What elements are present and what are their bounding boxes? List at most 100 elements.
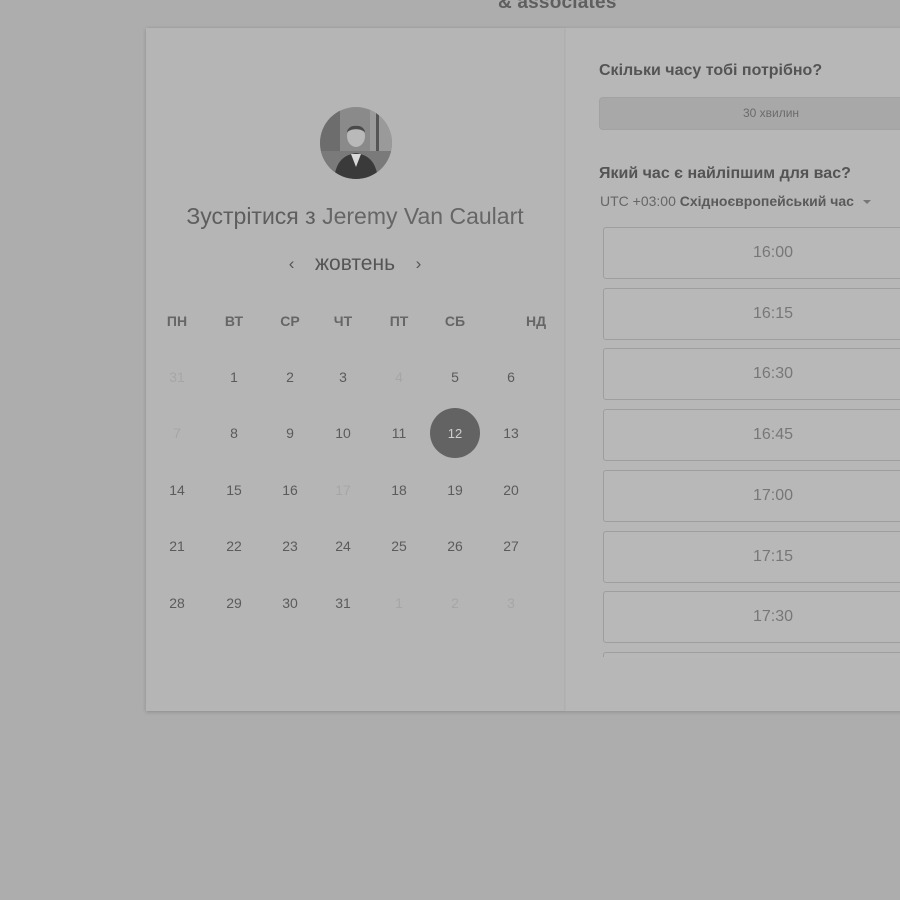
calendar-day[interactable]: 1 [212, 351, 256, 403]
calendar-day[interactable]: 18 [377, 464, 421, 516]
calendar-day[interactable]: 25 [377, 520, 421, 572]
chevron-right-icon[interactable]: › [407, 254, 429, 274]
calendar-day-selected[interactable]: 12 [430, 407, 480, 459]
time-slot-button[interactable] [603, 651, 900, 657]
time-slot-list: 16:00 16:15 16:30 16:45 17:00 17:15 17:30 [603, 227, 900, 657]
calendar-day: 7 [155, 407, 199, 459]
time-slot-button[interactable]: 16:00 [603, 227, 900, 279]
weekday-header: ПН ВТ СР ЧТ ПТ СБ НД [146, 313, 564, 333]
calendar-day[interactable]: 27 [489, 520, 533, 572]
calendar-day-number: 25 [391, 538, 407, 554]
time-slot-button[interactable]: 17:30 [603, 591, 900, 644]
calendar-day[interactable]: 24 [321, 520, 365, 572]
meeting-title-prefix: Зустрітися з [186, 203, 316, 229]
calendar-day[interactable]: 23 [268, 520, 312, 572]
calendar-day-number: 3 [507, 595, 515, 611]
time-selection-pane: Скільки часу тобі потрібно? 30 хвилин Як… [566, 28, 900, 711]
weekday-label: СР [280, 313, 300, 329]
calendar-day-number: 13 [503, 425, 519, 441]
time-slot-label: 16:00 [752, 244, 794, 261]
time-slot-label: 17:30 [752, 608, 794, 626]
calendar-day-number: 10 [335, 425, 351, 441]
calendar-day[interactable]: 3 [321, 351, 365, 403]
calendar-day[interactable]: 31 [321, 577, 365, 629]
calendar-day-number: 2 [286, 369, 294, 385]
calendar-week: 14 15 16 17 18 19 20 [146, 464, 564, 516]
calendar-day[interactable]: 14 [155, 464, 199, 516]
time-question: Який час є найліпшим для вас? [599, 165, 851, 182]
calendar-day-number: 4 [395, 369, 403, 385]
calendar-day[interactable]: 30 [268, 577, 312, 629]
duration-option-button[interactable]: 30 хвилин [599, 97, 900, 130]
calendar-day[interactable]: 21 [155, 520, 199, 572]
time-slot-button[interactable]: 17:15 [603, 530, 900, 583]
month-label: жовтень [314, 252, 396, 275]
calendar-day[interactable]: 26 [433, 520, 477, 572]
calendar-day-number: 24 [335, 538, 351, 554]
calendar-day-number: 21 [169, 538, 185, 554]
duration-question: Скільки часу тобі потрібно? [599, 62, 823, 79]
calendar-day[interactable]: 13 [489, 407, 533, 459]
time-slot-label: 17:00 [752, 486, 794, 504]
calendar-week: 21 22 23 24 25 26 27 [146, 520, 564, 572]
weekday-label: ВТ [224, 313, 244, 329]
calendar-day-number: 17 [335, 482, 351, 498]
calendar-day-number: 9 [286, 425, 294, 441]
calendar-day: 31 [155, 351, 199, 403]
calendar-day[interactable]: 20 [489, 464, 533, 516]
duration-option-label: 30 хвилин [742, 106, 800, 120]
timezone-selector[interactable]: UTC +03:00 Східноєвропейський час [600, 193, 871, 209]
calendar-day[interactable]: 10 [321, 407, 365, 459]
host-avatar [320, 107, 392, 179]
booking-card: Зустрітися з Jeremy Van Caulart ‹ жовтен… [146, 28, 900, 711]
calendar-day[interactable]: 15 [212, 464, 256, 516]
calendar-day-number: 6 [507, 369, 515, 385]
calendar-day-number: 26 [447, 538, 463, 554]
time-slot-button[interactable]: 16:15 [603, 287, 900, 340]
calendar-day[interactable]: 22 [212, 520, 256, 572]
calendar-day-number: 20 [503, 482, 519, 498]
calendar-day-number: 22 [226, 538, 242, 554]
meeting-title: Зустрітися з Jeremy Van Caulart [146, 203, 564, 230]
calendar-day-number: 1 [395, 595, 403, 611]
month-navigation: ‹ жовтень › [146, 252, 564, 276]
calendar-day-number: 23 [282, 538, 298, 554]
calendar-day[interactable]: 29 [212, 577, 256, 629]
calendar-day-number: 15 [226, 482, 242, 498]
calendar-day-number: 19 [447, 482, 463, 498]
calendar-day[interactable]: 11 [377, 407, 421, 459]
calendar-week: 31 1 2 3 4 5 6 [146, 351, 564, 403]
calendar-day[interactable]: 28 [155, 577, 199, 629]
time-slot-button[interactable]: 16:30 [603, 348, 900, 401]
calendar-day-number: 27 [503, 538, 519, 554]
calendar-day-number: 31 [335, 595, 351, 611]
calendar-day[interactable]: 16 [268, 464, 312, 516]
calendar-day-number: 14 [169, 482, 185, 498]
calendar-day-number: 3 [339, 369, 347, 385]
calendar-day[interactable]: 2 [268, 351, 312, 403]
weekday-label: ПН [166, 313, 188, 329]
booking-page: & associates Зустрітися з Jeremy Van Cau… [0, 0, 900, 900]
weekday-label: НД [525, 313, 547, 329]
weekday-label: СБ [444, 313, 466, 329]
calendar-day[interactable]: 9 [268, 407, 312, 459]
time-slot-label: 17:15 [752, 547, 794, 565]
calendar-day: 4 [377, 351, 421, 403]
calendar-day-number: 18 [391, 482, 407, 498]
time-slot-button[interactable]: 16:45 [603, 409, 900, 462]
calendar-day-number: 16 [282, 482, 298, 498]
weekday-label: ЧТ [333, 313, 353, 329]
calendar-day[interactable]: 6 [489, 351, 533, 403]
time-slot-button[interactable]: 17:00 [603, 469, 900, 522]
chevron-left-icon[interactable]: ‹ [281, 254, 303, 274]
calendar-day-number: 28 [169, 595, 185, 611]
calendar-pane: Зустрітися з Jeremy Van Caulart ‹ жовтен… [146, 28, 564, 711]
calendar-day[interactable]: 19 [433, 464, 477, 516]
time-slot-label: 16:45 [752, 426, 794, 444]
calendar-day-number: 5 [451, 369, 459, 385]
calendar-day-number: 30 [282, 595, 298, 611]
calendar-day[interactable]: 8 [212, 407, 256, 459]
calendar-day-number: 11 [391, 425, 407, 441]
calendar-day[interactable]: 5 [433, 351, 477, 403]
calendar-day: 1 [377, 577, 421, 629]
